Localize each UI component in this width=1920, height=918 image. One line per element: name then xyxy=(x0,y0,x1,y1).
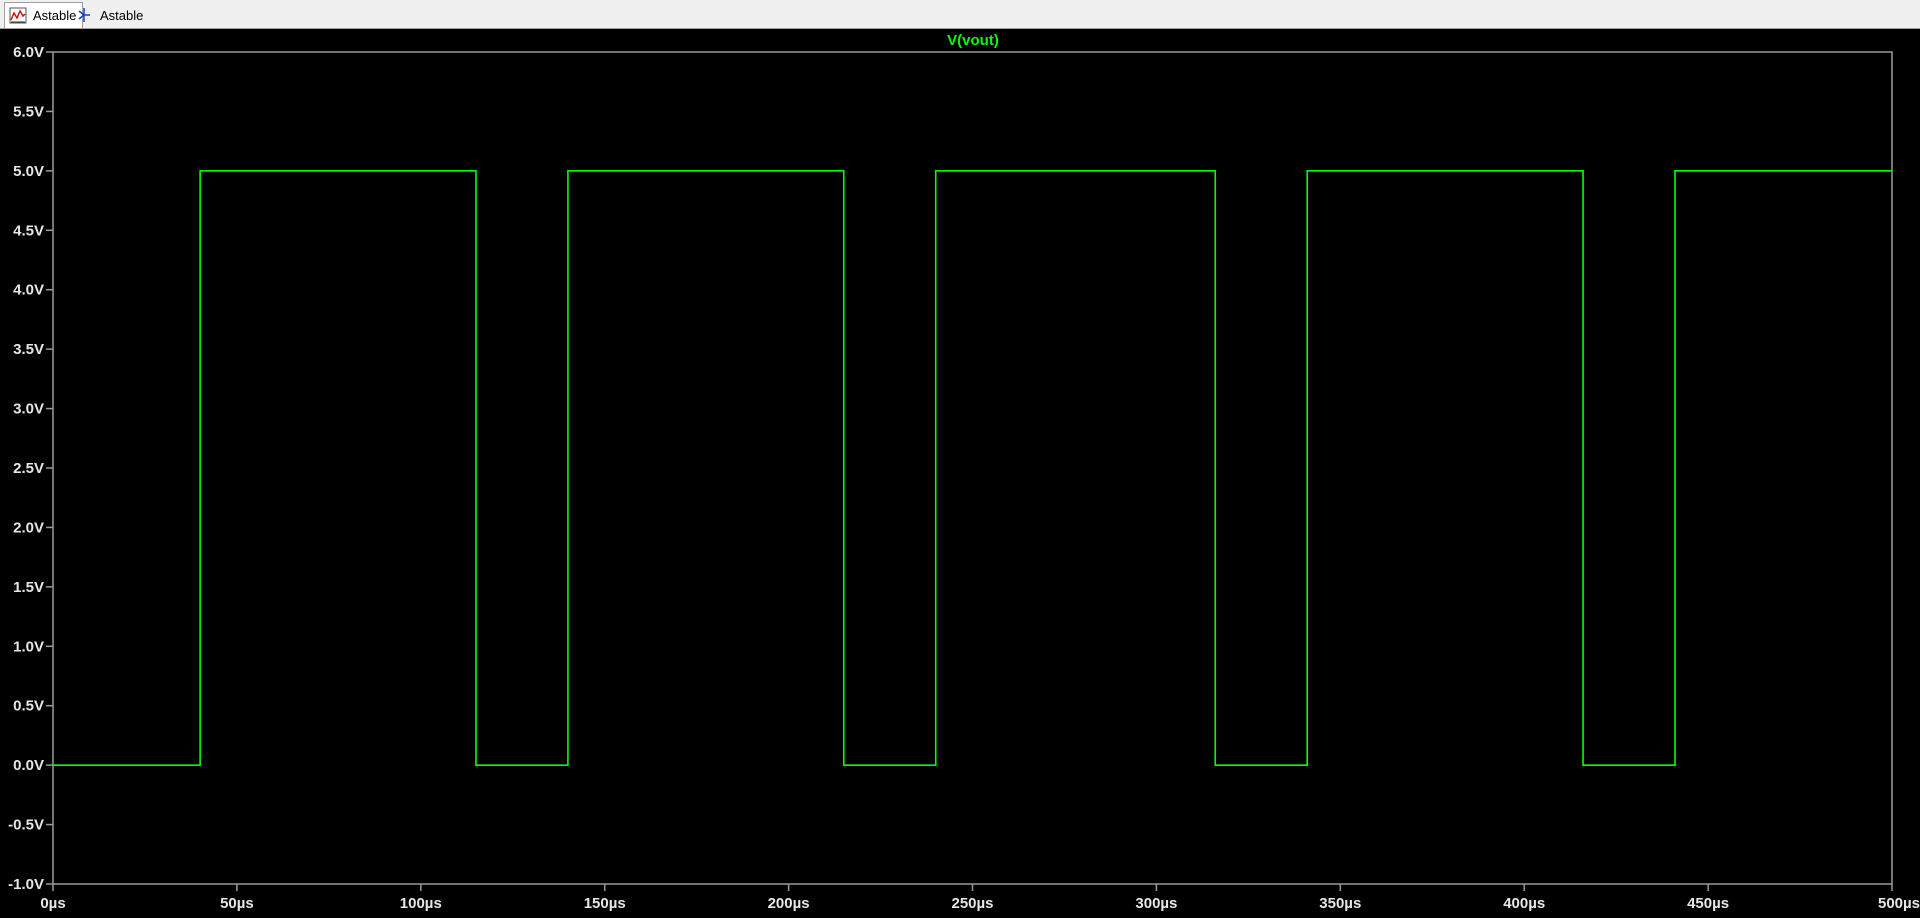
data-point xyxy=(567,764,569,766)
data-point xyxy=(1582,764,1584,766)
data-point xyxy=(475,764,477,766)
data-point xyxy=(199,170,201,172)
data-point xyxy=(1214,764,1216,766)
y-tick-label: 4.0V xyxy=(13,282,44,299)
data-point xyxy=(199,764,201,766)
y-tick-label: 2.5V xyxy=(13,460,44,477)
data-point xyxy=(843,170,845,172)
data-point xyxy=(1582,170,1584,172)
x-tick-label: 150µs xyxy=(584,895,626,912)
x-tick-label: 200µs xyxy=(768,895,810,912)
data-point xyxy=(475,170,477,172)
data-point xyxy=(935,170,937,172)
tab-label: Astable xyxy=(100,7,144,23)
y-tick-label: 1.0V xyxy=(13,638,44,655)
x-tick-label: 350µs xyxy=(1319,895,1361,912)
x-tick-label: 0µs xyxy=(40,895,65,912)
data-point xyxy=(843,764,845,766)
tab-label: Astable xyxy=(33,8,77,23)
y-tick-label: 5.5V xyxy=(13,103,44,120)
y-tick-label: 0.5V xyxy=(13,698,44,715)
x-tick-label: 250µs xyxy=(951,895,993,912)
x-tick-label: 300µs xyxy=(1135,895,1177,912)
series-line-vout xyxy=(53,170,1892,766)
plot-frame xyxy=(52,51,1893,885)
y-tick-label: 3.5V xyxy=(13,341,44,358)
waveform-plot-icon xyxy=(9,7,29,25)
schematic-icon xyxy=(76,6,96,24)
data-point xyxy=(1674,170,1676,172)
data-point xyxy=(935,764,937,766)
chart-title[interactable]: V(vout) xyxy=(947,32,999,49)
data-point xyxy=(1306,764,1308,766)
data-point xyxy=(1891,170,1893,172)
y-tick-label: 0.0V xyxy=(13,757,44,774)
y-tick-label: -0.5V xyxy=(8,817,44,834)
data-point xyxy=(1214,170,1216,172)
data-point xyxy=(52,764,54,766)
y-tick-label: -1.0V xyxy=(8,876,44,893)
data-point xyxy=(567,170,569,172)
y-tick-label: 4.5V xyxy=(13,222,44,239)
y-tick-label: 3.0V xyxy=(13,401,44,418)
plot-axes xyxy=(52,51,1893,885)
trace-layer xyxy=(52,170,1893,766)
data-point xyxy=(1674,764,1676,766)
y-tick-label: 5.0V xyxy=(13,163,44,180)
y-tick-label: 6.0V xyxy=(13,44,44,61)
waveform-plot[interactable]: 6.0V 5.5V 5.0V 4.5V 4.0V 3.5V 3.0V 2.5V 2.0V 1.5V… xyxy=(0,29,1920,918)
x-tick-label: 400µs xyxy=(1503,895,1545,912)
y-tick-label: 1.5V xyxy=(13,579,44,596)
x-tick-label: 450µs xyxy=(1687,895,1729,912)
tab-bar: Astable Astable xyxy=(0,0,1920,29)
data-point xyxy=(1306,170,1308,172)
y-tick-label: 2.0V xyxy=(13,519,44,536)
x-tick-label: 100µs xyxy=(400,895,442,912)
tab-schematic-astable[interactable]: Astable xyxy=(72,2,149,28)
plot-ticks: 6.0V 5.5V 5.0V 4.5V 4.0V 3.5V 3.0V 2.5V 2.0V 1.5V… xyxy=(8,44,1920,912)
x-tick-label: 500µs xyxy=(1878,895,1920,912)
x-tick-label: 50µs xyxy=(220,895,254,912)
